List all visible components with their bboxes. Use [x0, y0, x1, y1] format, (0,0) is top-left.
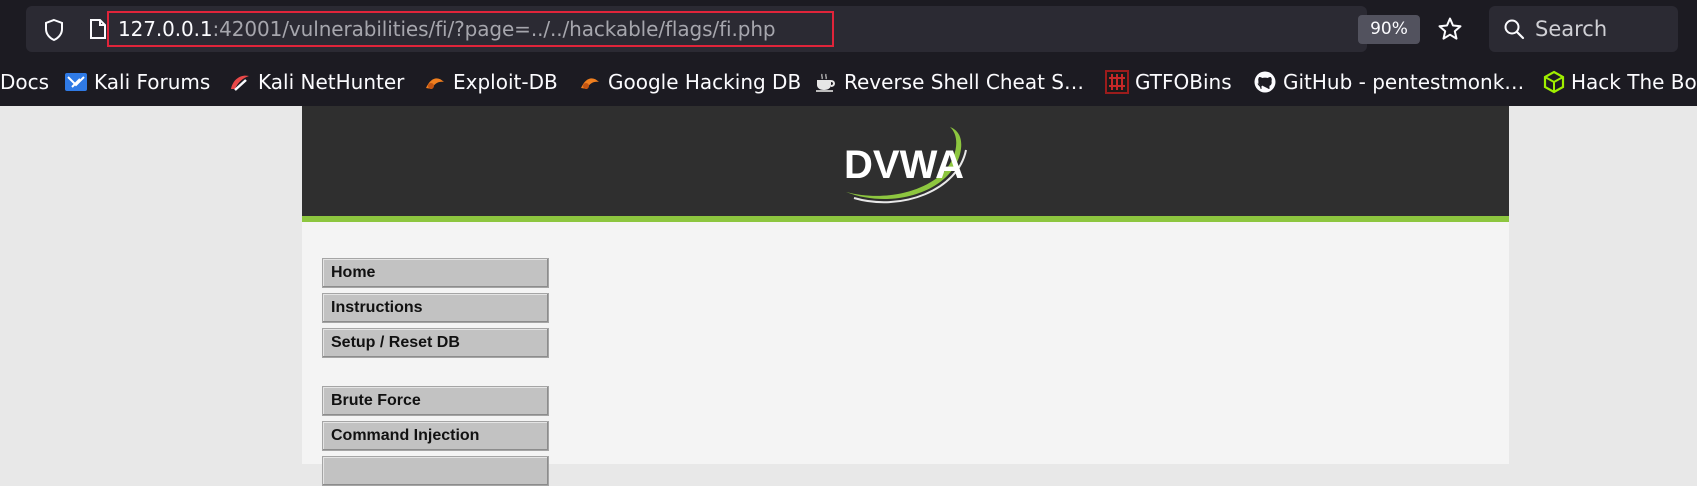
bookmark-google-hacking-db[interactable]: Google Hacking DB — [578, 69, 801, 95]
github-icon — [1254, 71, 1276, 92]
bookmark-exploit-db[interactable]: Exploit-DB — [423, 69, 558, 95]
search-placeholder: Search — [1535, 17, 1608, 41]
url-path: :42001/vulnerabilities/fi/?page=../../ha… — [212, 17, 776, 41]
address-bar[interactable]: 127.0.0.1:42001/vulnerabilities/fi/?page… — [26, 6, 1462, 52]
bookmark-label: GTFOBins — [1135, 70, 1232, 94]
exploit-db-icon — [426, 77, 444, 89]
bookmark-hack-the-box[interactable]: Hack The Bo — [1543, 69, 1697, 95]
bookmark-kali-nethunter[interactable]: Kali NetHunter — [228, 69, 404, 95]
menu-item-setup-reset-db[interactable]: Setup / Reset DB — [322, 328, 549, 358]
svg-text:DVWA: DVWA — [844, 143, 964, 187]
bookmark-label: GitHub - pentestmonk… — [1283, 70, 1525, 94]
kali-forums-icon — [65, 72, 87, 91]
url-input[interactable]: 127.0.0.1:42001/vulnerabilities/fi/?page… — [118, 17, 776, 41]
menu-item-instructions[interactable]: Instructions — [322, 293, 549, 323]
menu-item-brute-force[interactable]: Brute Force — [322, 386, 549, 416]
dvwa-logo[interactable]: DVWA — [832, 114, 982, 208]
dvwa-header: DVWA — [302, 106, 1509, 222]
shield-icon[interactable] — [43, 18, 65, 42]
menu-item-partial[interactable] — [322, 456, 549, 486]
dvwa-page: DVWA Home Instructions Setup / Reset DB … — [302, 106, 1509, 486]
url-host: 127.0.0.1 — [118, 17, 213, 41]
bookmark-label: Hack The Bo — [1571, 70, 1697, 94]
bookmark-github-pentestmonkey[interactable]: GitHub - pentestmonk… — [1253, 69, 1524, 95]
menu-item-command-injection[interactable]: Command Injection — [322, 421, 549, 451]
search-icon — [1504, 19, 1525, 40]
bookmark-label: Docs — [0, 70, 50, 94]
bookmarks-bar: Docs Kali Forums Kali NetHunter Exploit-… — [0, 58, 1697, 106]
bookmark-label: Kali Forums — [94, 70, 211, 94]
bookmark-reverse-shell-cheat-sheet[interactable]: Reverse Shell Cheat S… — [814, 69, 1084, 95]
bookmark-docs[interactable]: Docs — [0, 69, 49, 95]
ghdb-icon — [581, 77, 599, 89]
bookmark-gtfobins[interactable]: GTFOBins — [1105, 69, 1232, 95]
bookmark-label: Google Hacking DB — [608, 70, 802, 94]
search-box[interactable]: Search — [1489, 6, 1678, 52]
bookmark-label: Exploit-DB — [453, 70, 558, 94]
page-icon[interactable] — [89, 18, 107, 40]
gtfobins-icon — [1105, 69, 1129, 94]
coffee-icon — [816, 73, 835, 92]
browser-toolbar: 127.0.0.1:42001/vulnerabilities/fi/?page… — [0, 0, 1697, 58]
zoom-level-button[interactable]: 90% — [1358, 15, 1420, 44]
bookmark-star-icon[interactable] — [1437, 16, 1463, 42]
bookmark-label: Reverse Shell Cheat S… — [844, 70, 1084, 94]
kali-nethunter-icon — [231, 75, 249, 91]
menu-item-home[interactable]: Home — [322, 258, 549, 288]
bookmark-label: Kali NetHunter — [258, 70, 405, 94]
htb-cube-icon — [1543, 70, 1565, 93]
bookmark-kali-forums[interactable]: Kali Forums — [64, 69, 210, 95]
